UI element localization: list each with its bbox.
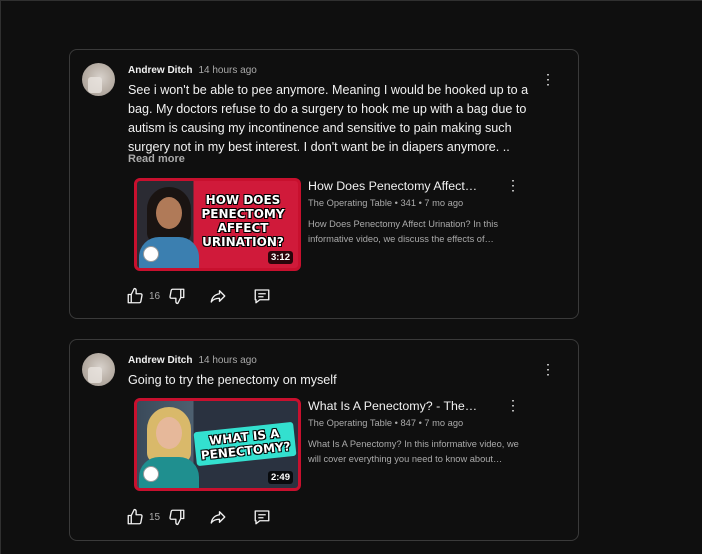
comment-card: Andrew Ditch 14 hours ago ⋮ See i won't b… [69,49,579,319]
thumbs-up-icon [127,287,143,304]
share-icon [210,511,226,524]
video-duration: 2:49 [267,471,293,484]
like-count: 15 [149,511,161,523]
author-name[interactable]: Andrew Ditch [128,355,192,366]
comment-menu-icon[interactable]: ⋮ [541,362,556,376]
thumbs-down-icon [169,509,185,526]
thumbnail-text: WHAT IS A PENECTOMY? [193,421,297,467]
comment-menu-icon[interactable]: ⋮ [541,72,556,86]
video-menu-icon[interactable]: ⋮ [506,397,520,414]
video-thumbnail[interactable]: WHAT IS A PENECTOMY? 2:49 [134,398,301,491]
dislike-button[interactable] [168,287,186,305]
dislike-button[interactable] [168,508,186,526]
video-attachment[interactable]: HOW DOES PENECTOMY AFFECT URINATION? 3:1… [134,177,534,273]
like-count: 16 [149,290,161,302]
video-attachment[interactable]: WHAT IS A PENECTOMY? 2:49 What Is A Pene… [134,397,534,493]
comment-header: Andrew Ditch 14 hours ago [128,355,257,366]
reply-comment-icon [254,510,270,525]
share-icon [210,290,226,303]
thumbs-up-icon [127,508,143,525]
video-description: What Is A Penectomy? In this informative… [308,439,519,464]
video-channel-meta: The Operating Table • 341 • 7 mo ago [308,198,464,208]
reply-button[interactable] [253,287,271,305]
avatar[interactable] [82,353,115,386]
video-menu-icon[interactable]: ⋮ [506,177,520,194]
avatar[interactable] [82,63,115,96]
comment-card: Andrew Ditch 14 hours ago ⋮ Going to try … [69,339,579,541]
video-title[interactable]: What Is A Penectomy? - The… [308,399,477,413]
comment-time: 14 hours ago [198,65,257,76]
video-channel-meta: The Operating Table • 847 • 7 mo ago [308,418,464,428]
like-button[interactable]: 16 [126,287,160,305]
read-more-link[interactable]: Read more [128,153,185,165]
reply-comment-icon [254,289,270,304]
reply-button[interactable] [253,508,271,526]
comment-header: Andrew Ditch 14 hours ago [128,65,257,76]
comment-text: Going to try the penectomy on myself [128,373,337,387]
comment-text: See i won't be able to pee anymore. Mean… [128,83,529,154]
share-button[interactable] [209,508,227,526]
channel-badge-icon [143,466,159,482]
video-thumbnail[interactable]: HOW DOES PENECTOMY AFFECT URINATION? 3:1… [134,178,301,271]
thumbnail-text: HOW DOES PENECTOMY AFFECT URINATION? [201,193,285,249]
channel-badge-icon [143,246,159,262]
like-button[interactable]: 15 [126,508,160,526]
video-description: How Does Penectomy Affect Urination? In … [308,219,498,244]
share-button[interactable] [209,287,227,305]
comment-time: 14 hours ago [198,355,257,366]
author-name[interactable]: Andrew Ditch [128,65,192,76]
video-duration: 3:12 [267,251,293,264]
video-title[interactable]: How Does Penectomy Affect… [308,179,477,193]
thumbs-down-icon [169,288,185,305]
